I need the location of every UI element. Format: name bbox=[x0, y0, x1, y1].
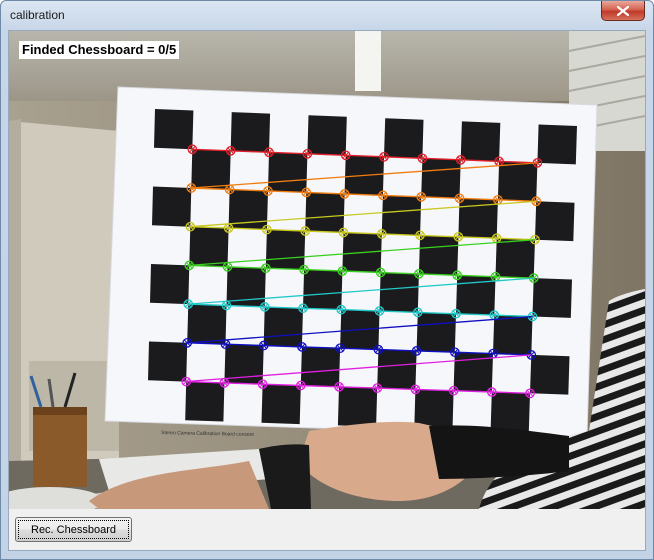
chessboard-square bbox=[185, 381, 225, 422]
title-bar[interactable]: calibration bbox=[1, 1, 653, 29]
chessboard-square bbox=[493, 315, 533, 355]
chessboard-square bbox=[490, 392, 530, 432]
chessboard-square bbox=[460, 121, 501, 162]
calibration-window: calibration Stereo Camera Calibration Bo… bbox=[0, 0, 654, 560]
chessboard-square bbox=[148, 341, 188, 382]
chessboard-square bbox=[416, 312, 456, 353]
chessboard-square bbox=[495, 238, 535, 279]
chessboard-square bbox=[535, 201, 575, 242]
chessboard-square bbox=[303, 269, 343, 310]
camera-frame: Stereo Camera Calibration Board consent bbox=[9, 31, 645, 509]
chessboard-square bbox=[263, 306, 303, 347]
chessboard-square bbox=[265, 229, 306, 270]
chessboard-square bbox=[150, 264, 190, 305]
chessboard-square bbox=[414, 389, 454, 430]
chessboard-square bbox=[421, 158, 461, 199]
chessboard-square bbox=[305, 192, 345, 233]
chessboard-square bbox=[379, 272, 419, 313]
chessboard-square bbox=[381, 195, 422, 236]
chessboard-square bbox=[418, 235, 459, 276]
rec-chessboard-button[interactable]: Rec. Chessboard bbox=[15, 517, 132, 542]
camera-view: Stereo Camera Calibration Board consent … bbox=[9, 31, 645, 509]
chessboard-square bbox=[307, 115, 347, 156]
chessboard-square bbox=[532, 278, 572, 318]
window-title: calibration bbox=[10, 8, 65, 22]
chessboard-square bbox=[154, 109, 194, 150]
chessboard-square bbox=[497, 161, 538, 202]
chessboard-square bbox=[230, 112, 271, 153]
chessboard-square bbox=[261, 384, 301, 425]
chessboard-square bbox=[377, 349, 417, 390]
chessboard-status-text: Finded Chessboard = 0/5 bbox=[19, 41, 180, 59]
chessboard-square bbox=[187, 304, 227, 345]
chessboard-square bbox=[337, 386, 378, 427]
close-icon bbox=[617, 5, 629, 16]
chessboard-square bbox=[152, 186, 192, 227]
close-button[interactable] bbox=[601, 1, 645, 21]
chessboard-square bbox=[300, 346, 341, 387]
chessboard-square bbox=[530, 354, 570, 395]
chessboard-square bbox=[189, 226, 229, 267]
chessboard-square bbox=[384, 118, 424, 159]
client-area: Stereo Camera Calibration Board consent … bbox=[8, 30, 646, 551]
chessboard-square bbox=[537, 124, 577, 165]
chessboard-square bbox=[268, 152, 308, 193]
chessboard-square bbox=[191, 149, 231, 190]
